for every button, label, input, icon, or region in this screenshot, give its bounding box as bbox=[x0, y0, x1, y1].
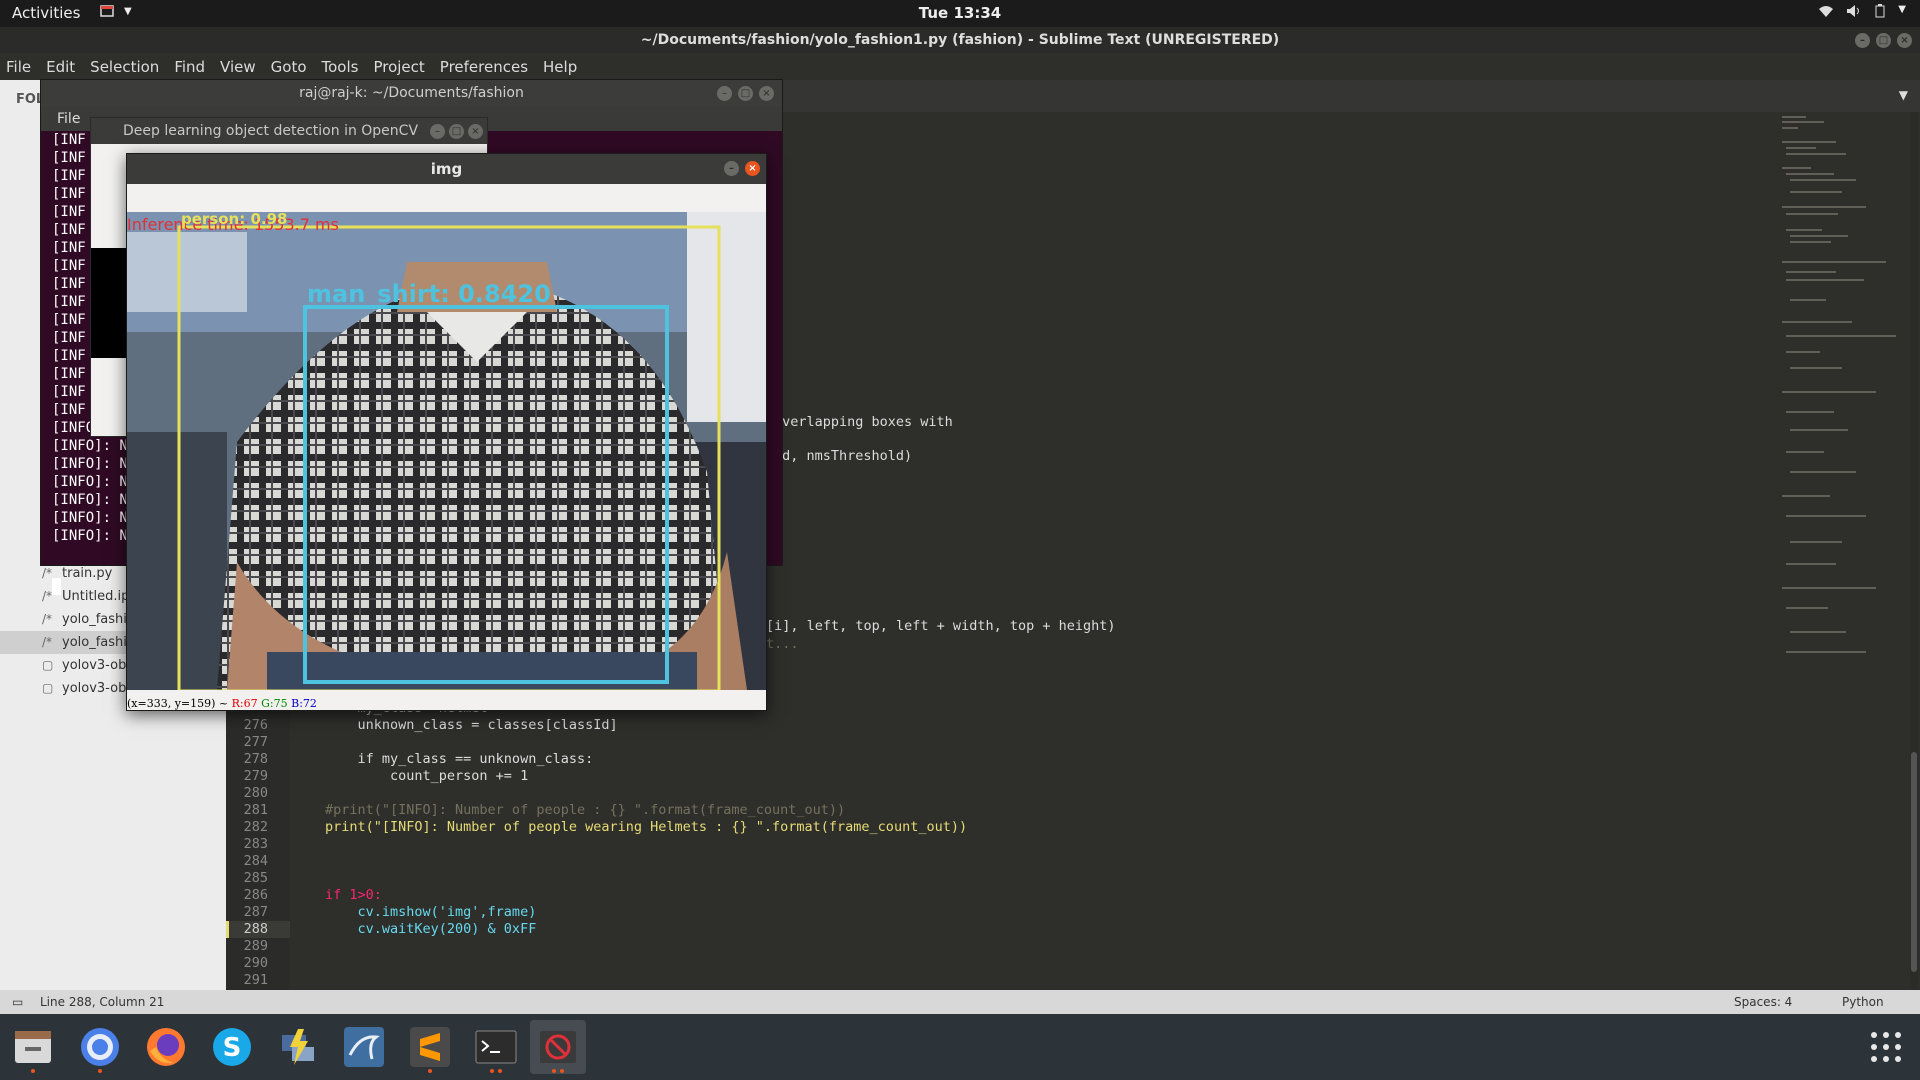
document-icon: ▢ bbox=[42, 658, 54, 672]
file-icon: /* bbox=[42, 635, 53, 649]
menu-view[interactable]: View bbox=[220, 58, 256, 76]
sublime-text-icon bbox=[410, 1027, 450, 1067]
document-icon: ▢ bbox=[42, 681, 54, 695]
file-icon: /* bbox=[42, 589, 53, 603]
tab-list-chevron-icon[interactable]: ▼ bbox=[1899, 88, 1908, 102]
terminal-title: raj@raj-k: ~/Documents/fashion bbox=[299, 85, 524, 101]
cursor-position: Line 288, Column 21 bbox=[40, 995, 165, 1009]
terminal-cursor bbox=[52, 578, 61, 595]
pixel-info-bar: (x=333, y=159) ~ R:67 G:75 B:72 bbox=[127, 697, 317, 710]
close-button[interactable]: × bbox=[745, 161, 760, 176]
editor-scrollbar[interactable] bbox=[1910, 112, 1918, 990]
pixel-b: B:72 bbox=[291, 697, 317, 710]
menu-project[interactable]: Project bbox=[373, 58, 424, 76]
svg-text:S: S bbox=[223, 1033, 242, 1063]
menu-help[interactable]: Help bbox=[543, 58, 577, 76]
status-bar: ▭ Line 288, Column 21 Spaces: 4 Python bbox=[0, 990, 1920, 1014]
pixel-g: G:75 bbox=[261, 697, 288, 710]
camera-frame[interactable]: Inference time: 1553.7 ms person: 0.98 m… bbox=[127, 212, 766, 690]
close-button[interactable]: × bbox=[468, 124, 483, 139]
mysql-workbench-icon bbox=[344, 1027, 384, 1067]
terminal-icon bbox=[475, 1030, 517, 1064]
terminal-titlebar[interactable]: raj@raj-k: ~/Documents/fashion – □ × bbox=[41, 80, 782, 107]
menu-edit[interactable]: Edit bbox=[46, 58, 75, 76]
close-button[interactable]: × bbox=[1897, 33, 1912, 48]
pixel-coords: (x=333, y=159) ~ bbox=[127, 697, 229, 710]
minimize-button[interactable]: – bbox=[717, 86, 732, 101]
wifi-icon bbox=[1819, 6, 1834, 17]
img-window-title: img bbox=[430, 160, 463, 178]
detection-label-person: person: 0.98 bbox=[181, 212, 288, 228]
menu-goto[interactable]: Goto bbox=[271, 58, 307, 76]
volume-icon bbox=[1847, 5, 1860, 17]
firefox-icon bbox=[147, 1028, 185, 1066]
img-window[interactable]: img – × Inference time: 1553.7 ms person… bbox=[126, 153, 767, 711]
terminal-menu-file[interactable]: File bbox=[57, 111, 80, 127]
dock-network-tool[interactable] bbox=[270, 1020, 326, 1074]
dock-sublime-text[interactable] bbox=[402, 1020, 458, 1074]
menu-tools[interactable]: Tools bbox=[322, 58, 359, 76]
code-fragment: overlapping boxes with bbox=[774, 414, 953, 430]
panel-toggle-icon[interactable]: ▭ bbox=[12, 990, 23, 1014]
minimize-button[interactable]: – bbox=[430, 124, 445, 139]
clock[interactable]: Tue 13:34 bbox=[0, 4, 1920, 22]
chevron-down-icon: ▼ bbox=[1898, 4, 1906, 15]
sublime-titlebar[interactable]: ~/Documents/fashion/yolo_fashion1.py (fa… bbox=[0, 27, 1920, 53]
img-window-titlebar[interactable]: img – × bbox=[127, 154, 766, 184]
minimize-button[interactable]: – bbox=[724, 161, 739, 176]
network-tool-icon bbox=[282, 1029, 314, 1065]
battery-icon bbox=[1875, 4, 1885, 18]
indentation-setting[interactable]: Spaces: 4 bbox=[1734, 990, 1792, 1014]
dock-firefox[interactable] bbox=[138, 1020, 194, 1074]
file-icon: /* bbox=[42, 612, 53, 626]
minimize-button[interactable]: – bbox=[1855, 33, 1870, 48]
dock-mysql-workbench[interactable] bbox=[336, 1020, 392, 1074]
dock-stop-app[interactable] bbox=[530, 1020, 586, 1074]
menubar: File Edit Selection Find View Goto Tools… bbox=[0, 53, 1920, 80]
dock: S bbox=[0, 1014, 1920, 1080]
system-tray[interactable]: ▼ bbox=[1818, 4, 1906, 18]
pixel-r: R:67 bbox=[231, 697, 258, 710]
dl-image-region bbox=[91, 248, 127, 358]
window-title: ~/Documents/fashion/yolo_fashion1.py (fa… bbox=[640, 32, 1280, 48]
desktop: Activities ▼ Tue 13:34 ▼ ~/Documents/fas… bbox=[0, 0, 1920, 1080]
stop-icon bbox=[540, 1031, 576, 1063]
menu-find[interactable]: Find bbox=[174, 58, 205, 76]
show-apps-icon bbox=[1871, 1032, 1901, 1062]
dock-skype[interactable]: S bbox=[204, 1020, 260, 1074]
maximize-button[interactable]: □ bbox=[738, 86, 753, 101]
maximize-button[interactable]: □ bbox=[449, 124, 464, 139]
code-fragment: [i], left, top, left + width, top + heig… bbox=[766, 618, 1116, 634]
code-fragment: t... bbox=[766, 636, 799, 652]
close-button[interactable]: × bbox=[759, 86, 774, 101]
files-icon bbox=[15, 1031, 51, 1063]
dl-window-titlebar[interactable]: Deep learning object detection in OpenCV… bbox=[91, 118, 487, 144]
menu-preferences[interactable]: Preferences bbox=[440, 58, 528, 76]
detection-label-shirt: man_shirt: 0.8420 bbox=[307, 280, 551, 308]
gnome-top-bar: Activities ▼ Tue 13:34 ▼ bbox=[0, 0, 1920, 27]
menu-file[interactable]: File bbox=[6, 58, 31, 76]
syntax-setting[interactable]: Python bbox=[1842, 990, 1884, 1014]
code-fragment: ld, nmsThreshold) bbox=[774, 448, 913, 464]
dl-window-title: Deep learning object detection in OpenCV bbox=[123, 123, 419, 139]
chrome-icon bbox=[81, 1028, 119, 1066]
menu-selection[interactable]: Selection bbox=[90, 58, 159, 76]
maximize-button[interactable]: □ bbox=[1876, 33, 1891, 48]
dock-files[interactable] bbox=[5, 1020, 61, 1074]
scrollbar-thumb[interactable] bbox=[1911, 752, 1917, 972]
minimap[interactable] bbox=[1776, 112, 1906, 712]
skype-icon: S bbox=[213, 1028, 251, 1066]
dock-chrome[interactable] bbox=[72, 1020, 128, 1074]
dock-show-applications[interactable] bbox=[1858, 1020, 1914, 1074]
dock-terminal[interactable] bbox=[468, 1020, 524, 1074]
